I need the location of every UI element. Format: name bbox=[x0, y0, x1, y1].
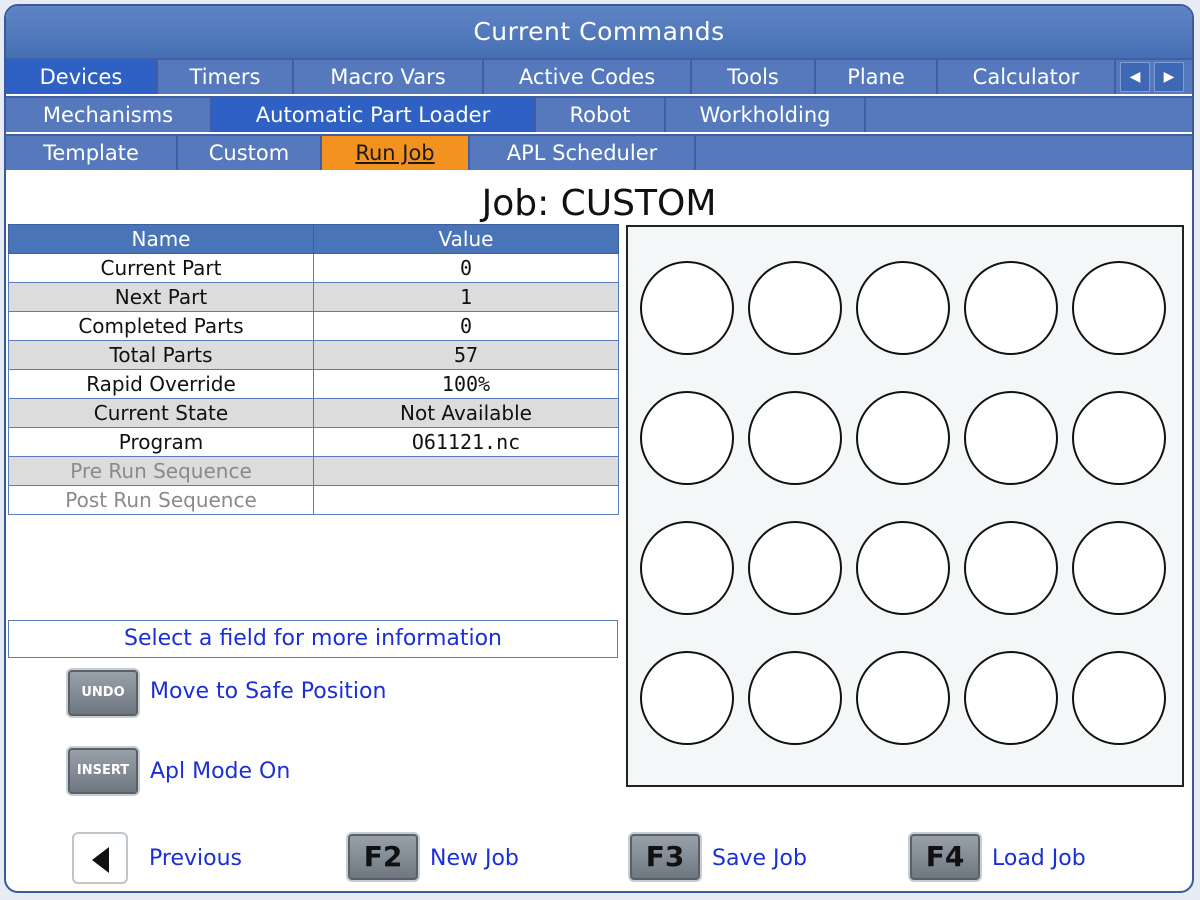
part-slot[interactable] bbox=[964, 261, 1058, 355]
row-value: 1 bbox=[313, 282, 619, 312]
table-row[interactable]: Total Parts 57 bbox=[8, 340, 619, 370]
column-header-value: Value bbox=[313, 224, 619, 254]
row-name: Post Run Sequence bbox=[8, 485, 314, 515]
row-value: 0 bbox=[313, 311, 619, 341]
tab-mechanisms[interactable]: Mechanisms bbox=[6, 98, 212, 132]
undo-key-button[interactable]: UNDO bbox=[66, 668, 140, 718]
tab-row-1: Devices Timers Macro Vars Active Codes T… bbox=[6, 58, 1192, 94]
previous-key-button[interactable] bbox=[72, 832, 128, 884]
table-row[interactable]: Current State Not Available bbox=[8, 398, 619, 428]
part-slot[interactable] bbox=[1072, 651, 1166, 745]
tab-plane[interactable]: Plane bbox=[816, 60, 938, 94]
tab-timers[interactable]: Timers bbox=[158, 60, 294, 94]
tab-template[interactable]: Template bbox=[6, 136, 178, 170]
job-title: Job: CUSTOM bbox=[481, 183, 717, 224]
part-slot[interactable] bbox=[856, 521, 950, 615]
row-name: Current Part bbox=[8, 253, 314, 283]
part-slot-grid bbox=[626, 225, 1184, 787]
row-value: O61121.nc bbox=[313, 427, 619, 457]
move-to-safe-position-label[interactable]: Move to Safe Position bbox=[150, 677, 386, 707]
tab-row-2: Mechanisms Automatic Part Loader Robot W… bbox=[6, 96, 1192, 132]
part-slot[interactable] bbox=[640, 651, 734, 745]
new-job-label[interactable]: New Job bbox=[430, 844, 519, 874]
load-job-label[interactable]: Load Job bbox=[992, 844, 1086, 874]
row-name: Program bbox=[8, 427, 314, 457]
tab-scroll-left-icon[interactable]: ◀ bbox=[1120, 62, 1150, 92]
table-row[interactable]: Program O61121.nc bbox=[8, 427, 619, 457]
tab-devices[interactable]: Devices bbox=[6, 60, 158, 94]
part-slot[interactable] bbox=[640, 261, 734, 355]
table-row[interactable]: Rapid Override 100% bbox=[8, 369, 619, 399]
row-name: Pre Run Sequence bbox=[8, 456, 314, 486]
window-title: Current Commands bbox=[6, 6, 1192, 58]
table-row[interactable]: Next Part 1 bbox=[8, 282, 619, 312]
f4-key-button[interactable]: F4 bbox=[908, 832, 982, 882]
part-slot[interactable] bbox=[748, 261, 842, 355]
column-header-name: Name bbox=[8, 224, 314, 254]
part-slot[interactable] bbox=[964, 651, 1058, 745]
part-slot[interactable] bbox=[1072, 261, 1166, 355]
row-name: Next Part bbox=[8, 282, 314, 312]
tab-macro-vars[interactable]: Macro Vars bbox=[294, 60, 484, 94]
part-slot[interactable] bbox=[856, 261, 950, 355]
apl-mode-on-label[interactable]: Apl Mode On bbox=[150, 757, 290, 787]
part-slot[interactable] bbox=[964, 521, 1058, 615]
table-row[interactable]: Pre Run Sequence bbox=[8, 456, 619, 486]
part-slot[interactable] bbox=[748, 521, 842, 615]
row-value: 57 bbox=[313, 340, 619, 370]
info-message: Select a field for more information bbox=[8, 620, 618, 658]
row-value: 100% bbox=[313, 369, 619, 399]
tab-custom[interactable]: Custom bbox=[178, 136, 322, 170]
part-slot[interactable] bbox=[640, 391, 734, 485]
left-arrow-icon bbox=[92, 847, 109, 873]
tab-tools[interactable]: Tools bbox=[692, 60, 816, 94]
f3-key-button[interactable]: F3 bbox=[628, 832, 702, 882]
part-slot[interactable] bbox=[856, 651, 950, 745]
part-slot[interactable] bbox=[748, 391, 842, 485]
table-row[interactable]: Current Part 0 bbox=[8, 253, 619, 283]
tab-robot[interactable]: Robot bbox=[536, 98, 666, 132]
row-name: Rapid Override bbox=[8, 369, 314, 399]
tab-run-job[interactable]: Run Job bbox=[322, 136, 470, 170]
tab-row-3: Template Custom Run Job APL Scheduler bbox=[6, 134, 1192, 170]
table-row[interactable]: Completed Parts 0 bbox=[8, 311, 619, 341]
tab-apl-scheduler[interactable]: APL Scheduler bbox=[470, 136, 696, 170]
tab-workholding[interactable]: Workholding bbox=[666, 98, 866, 132]
tab-calculator[interactable]: Calculator bbox=[938, 60, 1116, 94]
row-name: Current State bbox=[8, 398, 314, 428]
part-slot[interactable] bbox=[748, 651, 842, 745]
row-value bbox=[313, 456, 619, 486]
save-job-label[interactable]: Save Job bbox=[712, 844, 807, 874]
tab-scroll-right-icon[interactable]: ▶ bbox=[1154, 62, 1184, 92]
part-slot[interactable] bbox=[1072, 391, 1166, 485]
tab-automatic-part-loader[interactable]: Automatic Part Loader bbox=[212, 98, 536, 132]
row-value bbox=[313, 485, 619, 515]
row-value: 0 bbox=[313, 253, 619, 283]
part-slot[interactable] bbox=[964, 391, 1058, 485]
part-slot[interactable] bbox=[1072, 521, 1166, 615]
row-name: Completed Parts bbox=[8, 311, 314, 341]
f2-key-button[interactable]: F2 bbox=[346, 832, 420, 882]
insert-key-button[interactable]: INSERT bbox=[66, 746, 140, 796]
part-slot[interactable] bbox=[640, 521, 734, 615]
part-slot[interactable] bbox=[856, 391, 950, 485]
tab-active-codes[interactable]: Active Codes bbox=[484, 60, 692, 94]
row-value: Not Available bbox=[313, 398, 619, 428]
job-properties-table: Name Value Current Part 0 Next Part 1 Co… bbox=[8, 224, 619, 515]
table-row[interactable]: Post Run Sequence bbox=[8, 485, 619, 515]
previous-label[interactable]: Previous bbox=[149, 844, 242, 874]
row-name: Total Parts bbox=[8, 340, 314, 370]
